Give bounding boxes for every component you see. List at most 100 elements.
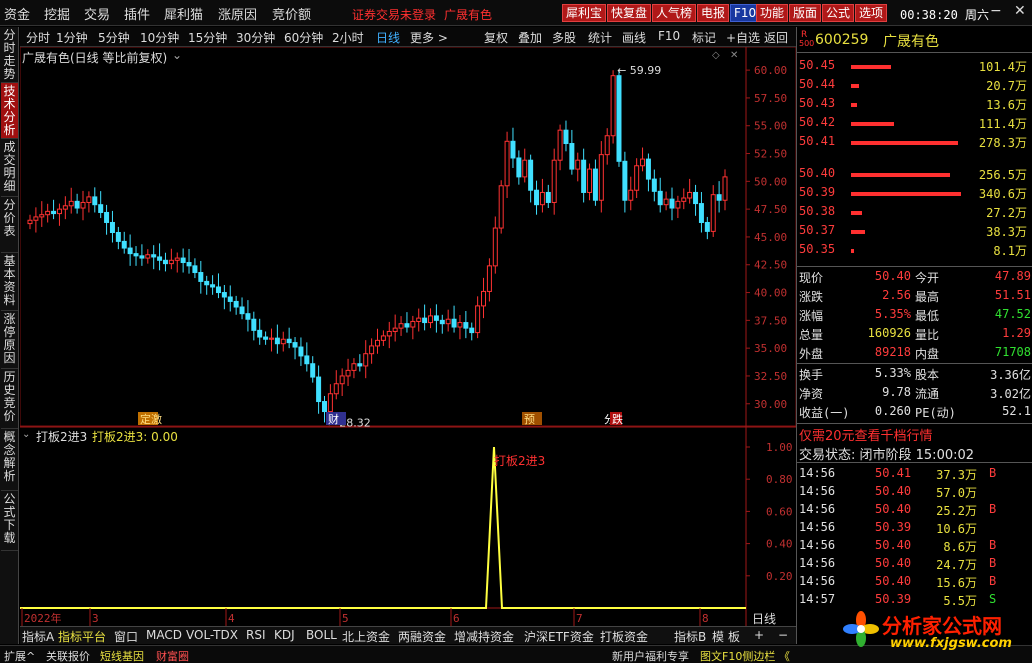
btab-boll[interactable]: BOLL	[306, 628, 337, 642]
status-f10-sidebar[interactable]: 图文F10侧边栏 《	[700, 648, 790, 663]
tab-intraday[interactable]: 分时走势	[1, 27, 18, 83]
chevron-down-icon[interactable]: ⌄	[172, 48, 182, 62]
promo-text[interactable]: 仅需20元查看千档行情	[799, 425, 933, 444]
btab-kdj[interactable]: KDJ	[274, 628, 295, 642]
menu-bar: 资金 挖掘 交易 插件 犀利猫 涨原因 竞价额 证券交易未登录 广晟有色 犀利宝…	[0, 0, 1032, 26]
candle-body	[428, 315, 434, 324]
bid-bar	[851, 192, 961, 196]
btab-indicator-platform[interactable]: 指标平台	[58, 628, 106, 645]
tool-add-watch[interactable]: +自选	[726, 29, 760, 46]
btab-northbound[interactable]: 北上资金	[342, 628, 390, 645]
candles	[27, 70, 728, 423]
period-1min[interactable]: 1分钟	[56, 29, 88, 46]
period-2hour[interactable]: 2小时	[332, 29, 364, 46]
close-icon[interactable]: ✕	[1014, 3, 1026, 19]
tab-history-auction[interactable]: 历史竞价	[1, 369, 18, 429]
period-daily[interactable]: 日线	[376, 29, 400, 46]
tool-f10[interactable]: F10	[658, 29, 680, 43]
btab-margin[interactable]: 两融资金	[398, 628, 446, 645]
btab-etf[interactable]: 沪深ETF资金	[524, 628, 594, 645]
tick-row: 14:56 50.40 8.6万 B	[799, 538, 997, 554]
tool-multi[interactable]: 多股	[552, 29, 576, 46]
options-button[interactable]: 选项	[855, 4, 888, 22]
candle-body	[74, 200, 80, 209]
function-button[interactable]: 功能	[756, 4, 789, 22]
tab-formula-download[interactable]: 公式下载	[1, 491, 18, 551]
candle-body	[693, 191, 699, 205]
stat2-row: 收益(一) 0.260 PE(动) 52.1	[799, 404, 1031, 420]
btab-board[interactable]: 板	[728, 628, 740, 645]
menu-item-auction[interactable]: 竞价额	[272, 4, 311, 23]
btab-rsi[interactable]: RSI	[246, 628, 266, 642]
candle-body	[233, 300, 239, 308]
candle-body	[481, 290, 487, 307]
period-10min[interactable]: 10分钟	[140, 29, 179, 46]
xilibao-button[interactable]: 犀利宝	[562, 4, 607, 22]
period-intraday[interactable]: 分时	[26, 29, 50, 46]
tool-draw[interactable]: 画线	[622, 29, 646, 46]
y-tick-label: 35.00	[754, 342, 787, 355]
tool-overlay[interactable]: 叠加	[518, 29, 542, 46]
candle-body	[227, 296, 233, 302]
tab-trade-detail[interactable]: 成交明细	[1, 139, 18, 197]
formula-button[interactable]: 公式	[822, 4, 855, 22]
status-expand[interactable]: 扩展^	[4, 648, 35, 663]
status-related-quote[interactable]: 关联报价	[46, 648, 90, 663]
popularity-button[interactable]: 人气榜	[652, 4, 697, 22]
status-short-gene[interactable]: 短线基因	[100, 648, 144, 663]
login-alert[interactable]: 证券交易未登录	[352, 6, 436, 23]
tool-back[interactable]: 返回	[764, 29, 788, 46]
period-more[interactable]: 更多 >	[410, 29, 448, 46]
menu-item-xilimao[interactable]: 犀利猫	[164, 4, 203, 23]
candle-body	[174, 257, 180, 261]
candle-body	[168, 259, 174, 265]
status-wealth-circle[interactable]: 财富圈	[156, 648, 189, 663]
candle-body	[657, 190, 663, 206]
tab-basic-info[interactable]: 基本资料	[1, 253, 18, 311]
telegraph-button[interactable]: 电报	[697, 4, 730, 22]
tab-concept[interactable]: 概念解析	[1, 429, 18, 491]
candle-body	[698, 203, 704, 223]
btab-holding-change[interactable]: 增减持资金	[454, 628, 514, 645]
candle-body	[92, 196, 98, 206]
candle-body	[121, 240, 127, 249]
menu-item-plugin[interactable]: 插件	[124, 4, 150, 23]
tab-price-table[interactable]: 分价表	[1, 197, 18, 253]
minimize-icon[interactable]: −	[990, 3, 1002, 19]
status-welfare[interactable]: 新用户福利专享	[612, 648, 689, 663]
btab-remove[interactable]: −	[778, 628, 788, 642]
candle-body	[592, 168, 598, 201]
btab-board-funds[interactable]: 打板资金	[600, 628, 648, 645]
period-15min[interactable]: 15分钟	[188, 29, 227, 46]
btab-window[interactable]: 窗口	[114, 628, 138, 645]
candle-body	[339, 375, 345, 385]
btab-macd[interactable]: MACD	[146, 628, 182, 642]
tool-mark[interactable]: 标记	[692, 29, 716, 46]
menu-item-limit-reason[interactable]: 涨原因	[218, 4, 257, 23]
tab-technical[interactable]: 技术分析	[1, 83, 18, 139]
menu-item-funds[interactable]: 资金	[4, 4, 30, 23]
sub-chevron-icon[interactable]: ⌄	[22, 429, 30, 440]
tick-row: 14:56 50.41 37.3万 B	[799, 466, 997, 482]
tool-adjust[interactable]: 复权	[484, 29, 508, 46]
tool-stats[interactable]: 统计	[588, 29, 612, 46]
btab-template[interactable]: 模	[712, 628, 724, 645]
tab-limit-reason[interactable]: 涨停原因	[1, 311, 18, 369]
btab-indicator-a[interactable]: 指标A	[22, 628, 54, 645]
menu-item-mining[interactable]: 挖掘	[44, 4, 70, 23]
candle-body	[704, 221, 710, 232]
btab-indicator-b[interactable]: 指标B	[674, 628, 706, 645]
btab-add[interactable]: +	[754, 628, 764, 642]
close-chart-icon[interactable]: ✕	[730, 50, 738, 61]
layout-button[interactable]: 版面	[789, 4, 822, 22]
period-30min[interactable]: 30分钟	[236, 29, 275, 46]
menu-item-trade[interactable]: 交易	[84, 4, 110, 23]
stock-name: 广晟有色	[883, 34, 939, 50]
kline-chart[interactable]: 30.00 32.50 35.00 37.50 40.00 42.50 45.00 47.50…	[20, 47, 796, 626]
diamond-icon[interactable]: ◇	[712, 50, 720, 61]
candle-body	[416, 317, 422, 322]
review-button[interactable]: 快复盘	[607, 4, 652, 22]
period-5min[interactable]: 5分钟	[98, 29, 130, 46]
period-60min[interactable]: 60分钟	[284, 29, 323, 46]
btab-vol-tdx[interactable]: VOL-TDX	[186, 628, 238, 642]
